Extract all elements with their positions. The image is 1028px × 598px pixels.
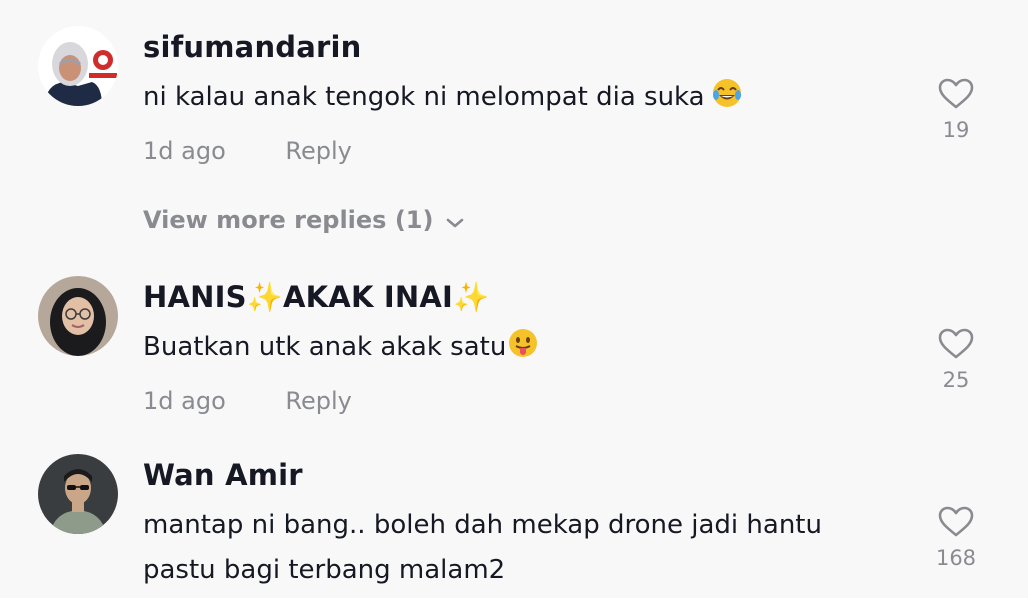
heart-outline-icon[interactable] <box>938 78 974 110</box>
comment-text-line: pastu bagi terbang malam2 <box>143 555 506 585</box>
view-more-replies-button[interactable]: View more replies (1) <box>143 206 465 235</box>
avatar-image <box>38 26 118 106</box>
timestamp: 1d ago <box>143 137 226 165</box>
avatar[interactable] <box>38 276 118 356</box>
timestamp: 1d ago <box>143 387 226 415</box>
username[interactable]: sifumandarin <box>143 30 362 64</box>
like-button[interactable]: 25 <box>932 328 980 392</box>
reply-button[interactable]: Reply <box>285 137 351 165</box>
avatar-image <box>38 276 118 356</box>
comment-text: ni kalau anak tengok ni melompat dia suk… <box>143 75 743 124</box>
heart-outline-icon[interactable] <box>938 328 974 360</box>
reply-button[interactable]: Reply <box>285 387 351 415</box>
like-count: 168 <box>935 546 977 570</box>
like-button[interactable]: 19 <box>932 78 980 142</box>
avatar-image <box>38 454 118 534</box>
username-part: HANIS <box>143 280 247 314</box>
comment-text: Buatkan utk anak akak satu <box>143 325 539 374</box>
comment-text-content: Buatkan utk anak akak satu <box>143 332 507 362</box>
face-with-tongue-icon <box>507 327 539 374</box>
sparkles-icon: ✨ <box>453 280 490 314</box>
view-more-replies-label: View more replies (1) <box>143 206 434 234</box>
comment-text-line: mantap ni bang.. boleh dah mekap drone j… <box>143 510 822 540</box>
like-button[interactable]: 168 <box>932 506 980 570</box>
heart-outline-icon[interactable] <box>938 506 974 538</box>
comment-meta: 1d ago Reply <box>143 137 352 165</box>
comment-text: mantap ni bang.. boleh dah mekap drone j… <box>143 503 822 593</box>
avatar[interactable] <box>38 454 118 534</box>
username[interactable]: HANIS✨AKAK INAI✨ <box>143 280 489 315</box>
chevron-down-icon <box>445 207 465 235</box>
username-part: AKAK INAI <box>282 280 454 314</box>
comment-text-content: ni kalau anak tengok ni melompat dia suk… <box>143 82 705 112</box>
username[interactable]: Wan Amir <box>143 458 303 492</box>
like-count: 25 <box>942 368 970 392</box>
avatar[interactable] <box>38 26 118 106</box>
sparkles-icon: ✨ <box>246 280 283 314</box>
comment-meta: 1d ago Reply <box>143 387 352 415</box>
like-count: 19 <box>942 118 970 142</box>
face-with-tears-of-joy-icon <box>711 77 743 124</box>
